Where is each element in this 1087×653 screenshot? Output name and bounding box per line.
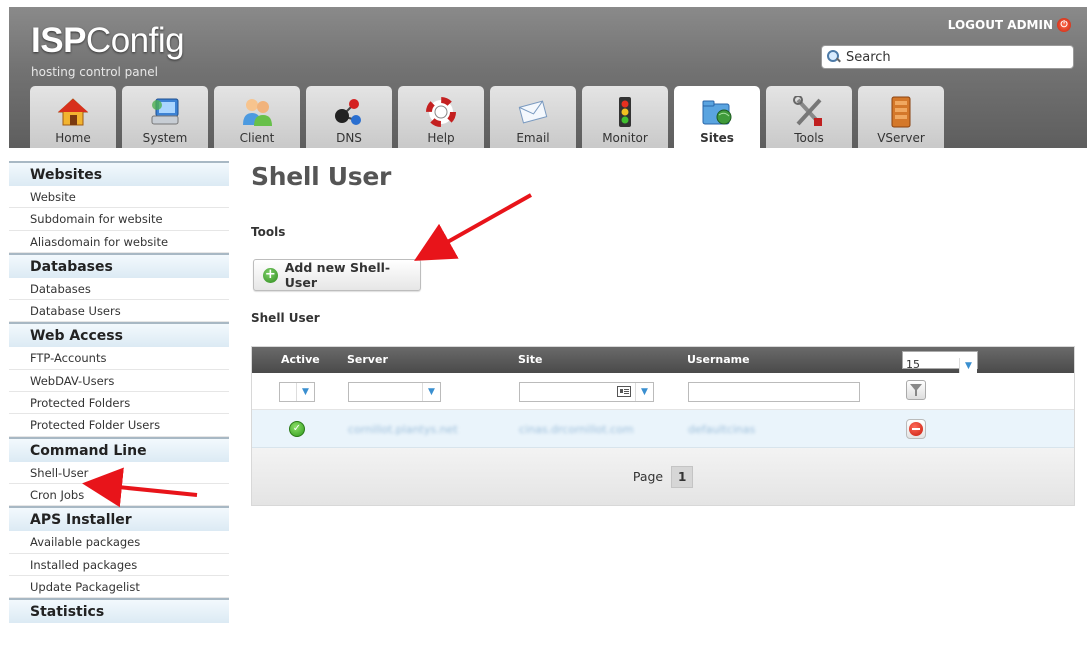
sidebar-item-ftp-accounts[interactable]: FTP-Accounts <box>9 347 229 370</box>
column-active[interactable]: Active <box>281 353 320 366</box>
sidebar-item-update-packagelist[interactable]: Update Packagelist <box>9 576 229 599</box>
vserver-icon <box>891 96 911 128</box>
table-row[interactable]: ✓ cornillot.plantys.net cinas.drcornillo… <box>252 410 1074 448</box>
sidebar-item-website[interactable]: Website <box>9 186 229 209</box>
sidebar-item-protected-folder-users[interactable]: Protected Folder Users <box>9 414 229 437</box>
sidebar-item-webdav-users[interactable]: WebDAV-Users <box>9 370 229 393</box>
search-input[interactable] <box>846 49 1066 65</box>
power-icon: ⏻ <box>1057 18 1071 32</box>
cell-server[interactable]: cornillot.plantys.net <box>348 423 458 436</box>
chevron-down-icon: ▼ <box>296 383 314 401</box>
chevron-down-icon: ▼ <box>635 383 653 401</box>
sidebar-item-shell-user[interactable]: Shell-User <box>9 462 229 484</box>
logo[interactable]: ISPConfig <box>31 21 185 61</box>
tab-tools[interactable]: Tools <box>766 86 852 148</box>
sidebar-section-databases: Databases <box>9 252 229 278</box>
table-header: Active Server Site Username 15 ▼ <box>252 347 1074 374</box>
chevron-down-icon: ▼ <box>959 358 977 374</box>
sidebar-item-aliasdomain[interactable]: Aliasdomain for website <box>9 231 229 253</box>
pager: Page 1 <box>252 448 1074 505</box>
shell-user-table: Active Server Site Username 15 ▼ ▼ ▼ ▼ ✓… <box>251 346 1075 506</box>
sidebar-section-aps-installer: APS Installer <box>9 506 229 532</box>
active-filter-select[interactable]: ▼ <box>279 382 315 402</box>
app-header: ISPConfig hosting control panel LOGOUT A… <box>9 7 1087 148</box>
tab-email[interactable]: Email <box>490 86 576 148</box>
cell-site[interactable]: cinas.drcornillot.com <box>519 423 634 436</box>
server-filter-select[interactable]: ▼ <box>348 382 441 402</box>
filter-button[interactable] <box>906 380 926 400</box>
tab-help[interactable]: Help <box>398 86 484 148</box>
funnel-icon <box>910 383 922 396</box>
add-shell-user-label: Add new Shell-User <box>284 260 391 290</box>
logout-label: LOGOUT ADMIN <box>947 18 1053 32</box>
home-icon <box>57 98 89 126</box>
cell-username[interactable]: defaultcinas <box>688 423 755 436</box>
sidebar-item-installed-packages[interactable]: Installed packages <box>9 554 229 576</box>
email-icon <box>518 100 548 124</box>
pager-label: Page <box>632 469 664 484</box>
sites-icon <box>702 100 732 125</box>
search-icon <box>827 50 841 64</box>
per-page-select[interactable]: 15 ▼ <box>902 351 978 374</box>
tab-system[interactable]: System <box>122 86 208 148</box>
column-site[interactable]: Site <box>518 353 542 366</box>
system-icon <box>151 98 179 125</box>
tab-monitor[interactable]: Monitor <box>582 86 668 148</box>
id-card-icon <box>617 386 631 397</box>
sidebar: Websites Website Subdomain for website A… <box>9 161 229 624</box>
filter-row: ▼ ▼ ▼ <box>252 373 1074 410</box>
tools-icon <box>793 96 822 126</box>
help-icon <box>426 97 456 127</box>
list-label: Shell User <box>251 311 320 325</box>
tab-sites[interactable]: Sites <box>674 86 760 148</box>
per-page-value: 15 <box>906 358 920 371</box>
search-box[interactable] <box>821 45 1074 69</box>
delete-icon <box>909 422 923 436</box>
column-username[interactable]: Username <box>687 353 750 366</box>
tools-label: Tools <box>251 225 286 239</box>
sidebar-item-protected-folders[interactable]: Protected Folders <box>9 392 229 415</box>
username-filter-input[interactable] <box>688 382 860 402</box>
sidebar-item-subdomain[interactable]: Subdomain for website <box>9 208 229 231</box>
plus-icon: + <box>263 266 278 283</box>
client-icon <box>243 99 272 126</box>
tab-home[interactable]: Home <box>30 86 116 148</box>
delete-button[interactable] <box>906 419 926 439</box>
tagline: hosting control panel <box>31 65 158 79</box>
page-number[interactable]: 1 <box>671 465 694 488</box>
sidebar-section-websites: Websites <box>9 161 229 186</box>
tab-dns[interactable]: DNS <box>306 86 392 148</box>
monitor-icon <box>619 97 631 127</box>
check-icon: ✓ <box>289 421 305 437</box>
sidebar-item-database-users[interactable]: Database Users <box>9 300 229 323</box>
tab-client[interactable]: Client <box>214 86 300 148</box>
sidebar-section-statistics: Statistics <box>9 598 229 624</box>
chevron-down-icon: ▼ <box>422 383 440 401</box>
arrow-to-add-button <box>414 193 532 261</box>
sidebar-section-command-line: Command Line <box>9 436 229 462</box>
logout-link[interactable]: LOGOUT ADMIN ⏻ <box>948 18 1071 32</box>
tab-vserver[interactable]: VServer <box>858 86 944 148</box>
dns-icon <box>335 99 361 125</box>
column-server[interactable]: Server <box>347 353 388 366</box>
sidebar-item-available-packages[interactable]: Available packages <box>9 531 229 554</box>
sidebar-item-databases[interactable]: Databases <box>9 278 229 301</box>
sidebar-item-cron-jobs[interactable]: Cron Jobs <box>9 484 229 507</box>
sidebar-section-web-access: Web Access <box>9 322 229 348</box>
site-filter-select[interactable]: ▼ <box>519 382 654 402</box>
main-tabs: Home System Client DNS Help Email Monito… <box>30 86 944 148</box>
page-title: Shell User <box>251 162 392 191</box>
add-shell-user-button[interactable]: + Add new Shell-User <box>253 259 421 291</box>
